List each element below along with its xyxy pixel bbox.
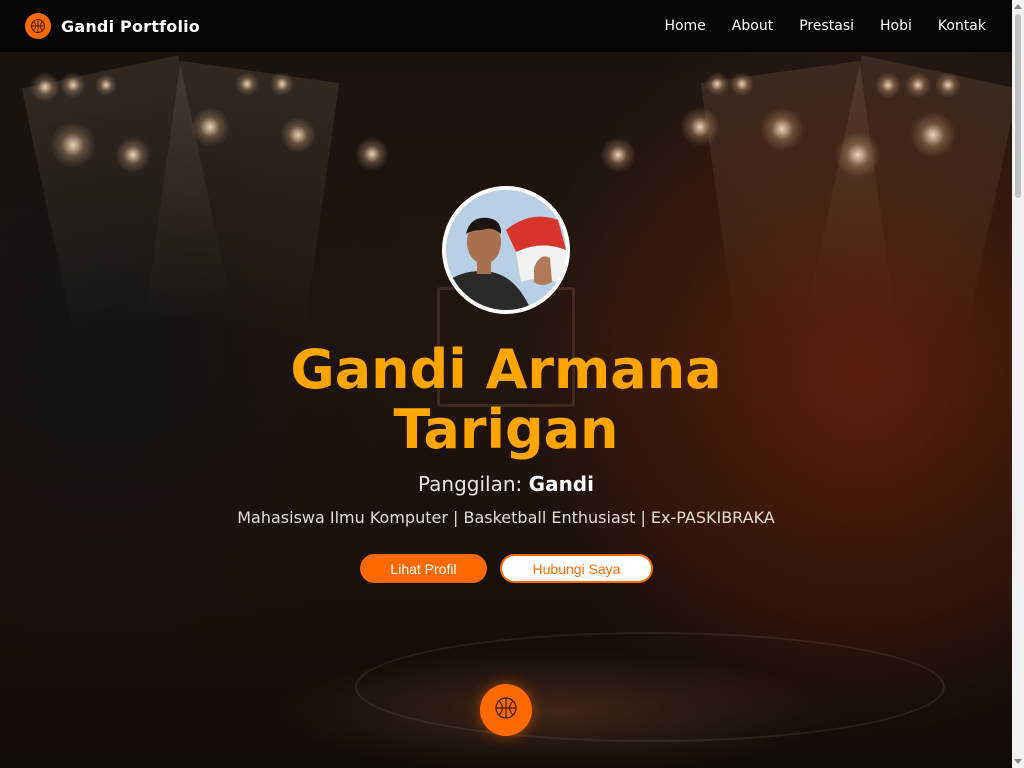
stadium-light (355, 137, 389, 171)
nickname-label: Panggilan: (418, 472, 523, 496)
stadium-light (270, 72, 294, 96)
stadium-light (935, 72, 961, 98)
nav-link-hobi[interactable]: Hobi (880, 18, 912, 34)
stadium-light (115, 137, 151, 173)
stadium-light (235, 72, 259, 96)
hero-name: Gandi Armana Tarigan (290, 338, 722, 461)
brand[interactable]: Gandi Portfolio (25, 13, 200, 39)
scroll-down-arrow-icon[interactable] (1014, 759, 1022, 764)
stadium-light (730, 72, 754, 96)
nav-link-prestasi[interactable]: Prestasi (799, 18, 854, 34)
nickname: Panggilan: Gandi (206, 472, 806, 496)
court-circle (355, 632, 945, 742)
nickname-value: Gandi (528, 472, 594, 496)
stadium-light (60, 72, 86, 98)
navbar: Gandi Portfolio Home About Prestasi Hobi… (0, 0, 1012, 52)
hero-section: Gandi Armana Tarigan Panggilan: Gandi Ma… (0, 52, 1012, 768)
nav-link-home[interactable]: Home (664, 18, 705, 34)
stadium-light (910, 112, 956, 158)
stadium-light (760, 107, 804, 151)
basketball-icon (25, 13, 51, 39)
stadium-light (835, 132, 881, 178)
stadium-light (905, 72, 931, 98)
stadium-light (190, 107, 230, 147)
light-beam (144, 60, 340, 341)
profile-photo (446, 190, 566, 310)
stadium-light (680, 107, 720, 147)
basketball-icon (494, 696, 518, 724)
stadium-light (600, 137, 636, 173)
stadium-light (875, 72, 901, 98)
contact-me-button[interactable]: Hubungi Saya (500, 554, 653, 583)
scroll-down-button[interactable] (480, 684, 532, 736)
nav-link-about[interactable]: About (732, 18, 773, 34)
brand-name: Gandi Portfolio (61, 16, 200, 36)
stadium-light (95, 74, 117, 96)
stadium-light (50, 122, 96, 168)
stadium-light (280, 117, 316, 153)
nav-links: Home About Prestasi Hobi Kontak (664, 18, 986, 34)
scrollbar-thumb[interactable] (1015, 14, 1021, 198)
tagline: Mahasiswa Ilmu Komputer | Basketball Ent… (237, 508, 775, 527)
view-profile-button[interactable]: Lihat Profil (360, 554, 487, 583)
avatar (442, 186, 570, 314)
nav-link-kontak[interactable]: Kontak (938, 18, 986, 34)
page-scrollbar[interactable] (1012, 0, 1024, 768)
scroll-up-arrow-icon[interactable] (1014, 4, 1022, 9)
stadium-light (30, 72, 60, 102)
stadium-light (705, 72, 729, 96)
